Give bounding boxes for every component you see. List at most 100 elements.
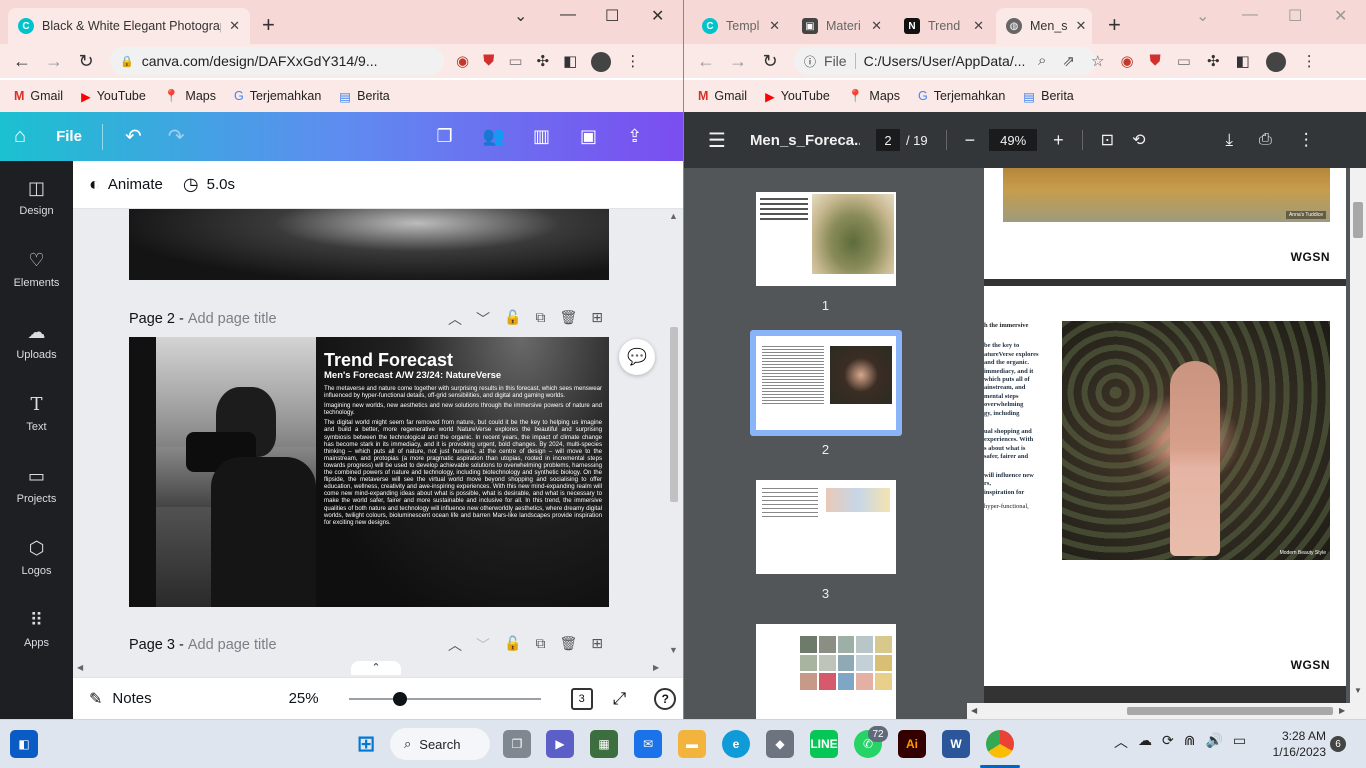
page-2-title-input[interactable]: Add page title	[188, 311, 277, 327]
extension-icon[interactable]: ▭	[1177, 52, 1191, 72]
trash-icon[interactable]: 🗑	[559, 635, 577, 655]
scroll-thumb[interactable]	[670, 327, 678, 502]
add-page-icon[interactable]: ⊞	[591, 635, 603, 655]
minimize-button[interactable]: —	[1242, 6, 1258, 24]
new-tab-button[interactable]: +	[262, 12, 275, 38]
battery-icon[interactable]: ▭	[1233, 732, 1246, 752]
close-tab-icon[interactable]: ✕	[769, 18, 780, 34]
scroll-down-icon[interactable]: ▼	[669, 645, 678, 655]
scroll-down-icon[interactable]: ▼	[1354, 686, 1362, 695]
slider-knob[interactable]	[393, 691, 408, 706]
bookmark-maps[interactable]: 📍 Maps	[848, 89, 900, 104]
close-tab-icon[interactable]: ✕	[229, 18, 240, 34]
start-icon[interactable]: ⊞	[352, 730, 380, 758]
zoom-slider[interactable]	[348, 691, 541, 707]
add-comment-icon[interactable]: 💬	[619, 339, 655, 375]
chevron-up-icon[interactable]: ︿	[1114, 732, 1128, 752]
scroll-thumb[interactable]	[1353, 202, 1363, 238]
pdf-horizontal-scrollbar[interactable]: ◀ ▶	[967, 703, 1350, 719]
resize-icon[interactable]: ❐	[436, 126, 452, 147]
edge-icon[interactable]: e	[722, 730, 750, 758]
maximize-button[interactable]: ☐	[605, 6, 619, 26]
star-icon[interactable]: ☆	[1091, 52, 1104, 72]
task-view-icon[interactable]: ❐	[503, 730, 531, 758]
shield-icon[interactable]: ⛊	[483, 52, 494, 72]
chevron-down-icon[interactable]: ﹀	[476, 309, 490, 329]
bookmark-youtube[interactable]: ▶ YouTube	[81, 89, 146, 104]
roblox-icon[interactable]: ◆	[766, 730, 794, 758]
chevron-up-icon[interactable]: ︿	[448, 309, 462, 329]
bookmark-translate[interactable]: G Terjemahkan	[234, 89, 321, 103]
page-2-design[interactable]: Trend Forecast Men's Forecast A/W 23/24:…	[129, 337, 609, 607]
shield-icon[interactable]: ⛊	[1150, 52, 1161, 72]
illustrator-icon[interactable]: Ai	[898, 730, 926, 758]
expand-pages-icon[interactable]: ⌃	[351, 661, 401, 675]
chevron-up-icon[interactable]: ︿	[448, 635, 462, 655]
undo-icon[interactable]: ↶	[125, 124, 142, 149]
scroll-right-icon[interactable]: ▶	[653, 663, 659, 672]
zoom-icon[interactable]: ⌕	[1038, 52, 1046, 72]
zoom-value[interactable]: 25%	[289, 690, 319, 707]
print-icon[interactable]: ⎙	[1259, 131, 1272, 149]
scroll-thumb[interactable]	[1127, 707, 1333, 715]
bookmark-youtube[interactable]: ▶ YouTube	[765, 89, 830, 104]
chevron-down-icon[interactable]: ﹀	[476, 635, 490, 655]
share-icon[interactable]: ⇗	[1062, 52, 1075, 72]
thumbnail-page-3[interactable]	[756, 480, 896, 574]
mail-icon[interactable]: ✉	[634, 730, 662, 758]
animate-button[interactable]: ◐ Animate	[89, 174, 163, 195]
insights-icon[interactable]: ▥	[533, 126, 550, 147]
puzzle-icon[interactable]: ✣	[537, 52, 550, 72]
fit-page-icon[interactable]: ⊡	[1101, 130, 1114, 150]
widgets-icon[interactable]: ◧	[10, 730, 38, 758]
address-bar[interactable]: 🔒 canva.com/design/DAFXxGdY314/9...	[110, 47, 444, 75]
forward-icon[interactable]: →	[722, 45, 754, 77]
line-icon[interactable]: LINE	[810, 730, 838, 758]
forward-icon[interactable]: →	[38, 45, 70, 77]
back-icon[interactable]: ←	[690, 45, 722, 77]
tab-materi[interactable]: ▣ Materi ✕	[792, 8, 892, 44]
scroll-right-icon[interactable]: ▶	[1339, 706, 1345, 715]
add-page-icon[interactable]: ⊞	[591, 309, 603, 329]
wifi-icon[interactable]: ⋒	[1184, 732, 1196, 752]
duplicate-icon[interactable]: ⧉	[535, 309, 545, 329]
bookmark-gmail[interactable]: M Gmail	[698, 89, 747, 103]
zoom-in-icon[interactable]: +	[1053, 130, 1064, 151]
tab-search-icon[interactable]: ⌄	[514, 6, 527, 26]
rotate-icon[interactable]: ⟲	[1132, 130, 1145, 150]
scroll-up-icon[interactable]: ▲	[669, 211, 678, 221]
thumbnail-page-2[interactable]	[756, 336, 896, 430]
menu-icon[interactable]: ⋮	[625, 52, 640, 72]
sidebar-item-projects[interactable]: ▭ Projects	[0, 449, 73, 521]
extension-icon[interactable]: ◉	[1120, 52, 1133, 72]
thumbnail-page-4[interactable]	[756, 624, 896, 719]
chrome-icon[interactable]	[986, 730, 1014, 758]
share-people-icon[interactable]: 👥	[483, 126, 505, 147]
bookmark-translate[interactable]: G Terjemahkan	[918, 89, 1005, 103]
sidebar-item-design[interactable]: ◫ Design	[0, 161, 73, 233]
sidebar-item-elements[interactable]: ♡ Elements	[0, 233, 73, 305]
pdf-vertical-scrollbar[interactable]: ▼	[1350, 168, 1366, 719]
present-icon[interactable]: ▣	[580, 126, 597, 147]
tab-pdf[interactable]: ◍ Men_s ✕	[996, 8, 1092, 44]
close-tab-icon[interactable]: ✕	[1076, 18, 1087, 34]
close-tab-icon[interactable]: ✕	[871, 18, 882, 34]
lock-icon[interactable]: 🔓	[504, 635, 521, 655]
sidebar-item-logos[interactable]: ⬡ Logos	[0, 521, 73, 593]
page-3-title-input[interactable]: Add page title	[188, 637, 277, 653]
tab-templates[interactable]: C Templ ✕	[692, 8, 790, 44]
sidepanel-icon[interactable]: ◧	[563, 52, 577, 72]
sidebar-item-apps[interactable]: ⠿ Apps	[0, 593, 73, 665]
duplicate-icon[interactable]: ⧉	[535, 635, 545, 655]
zoom-input[interactable]: 49%	[989, 129, 1038, 151]
minimize-button[interactable]: —	[560, 6, 576, 24]
sidebar-item-uploads[interactable]: ☁ Uploads	[0, 305, 73, 377]
close-window-button[interactable]: ✕	[651, 6, 664, 26]
clock[interactable]: 3:28 AM 1/16/2023	[1268, 728, 1326, 760]
sidebar-item-text[interactable]: T Text	[0, 377, 73, 449]
bookmark-news[interactable]: ▤ Berita	[339, 89, 389, 104]
sidepanel-icon[interactable]: ◧	[1236, 52, 1250, 72]
notes-button[interactable]: ✎ Notes	[89, 689, 152, 709]
maximize-button[interactable]: ☐	[1288, 6, 1302, 26]
page-count-button[interactable]: 3	[570, 687, 593, 710]
